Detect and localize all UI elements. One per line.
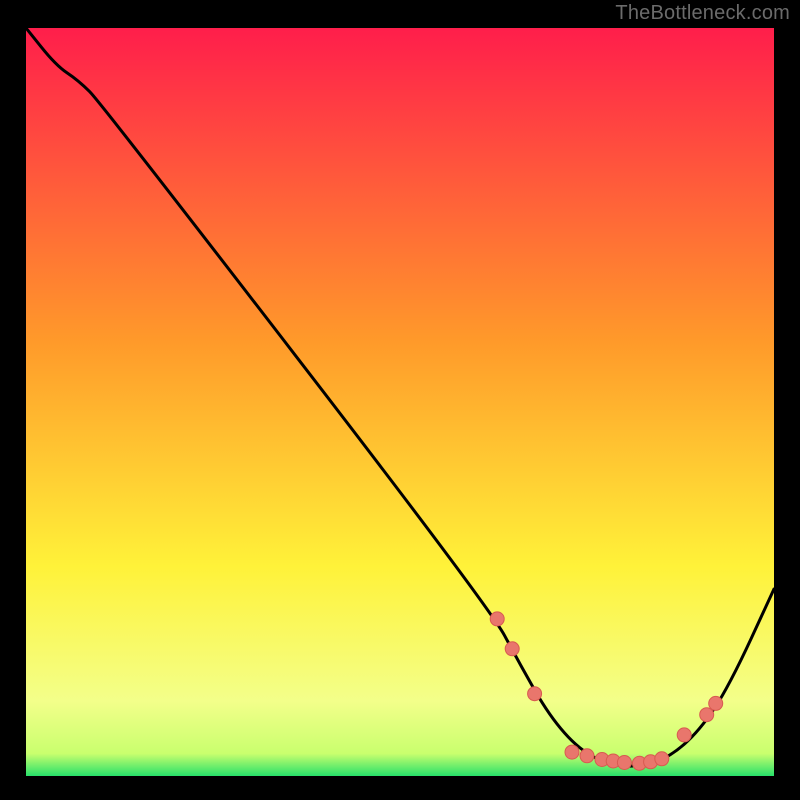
data-dot [677, 728, 691, 742]
chart-svg [26, 28, 774, 776]
attribution-text: TheBottleneck.com [615, 2, 790, 25]
chart-frame: TheBottleneck.com [0, 0, 800, 800]
plot-area [26, 28, 774, 776]
data-dot [709, 696, 723, 710]
data-dot [617, 756, 631, 770]
data-dot [565, 745, 579, 759]
data-dot [655, 752, 669, 766]
gradient-background [26, 28, 774, 776]
data-dot [700, 708, 714, 722]
data-dot [528, 687, 542, 701]
data-dot [505, 642, 519, 656]
data-dot [580, 749, 594, 763]
data-dot [490, 612, 504, 626]
